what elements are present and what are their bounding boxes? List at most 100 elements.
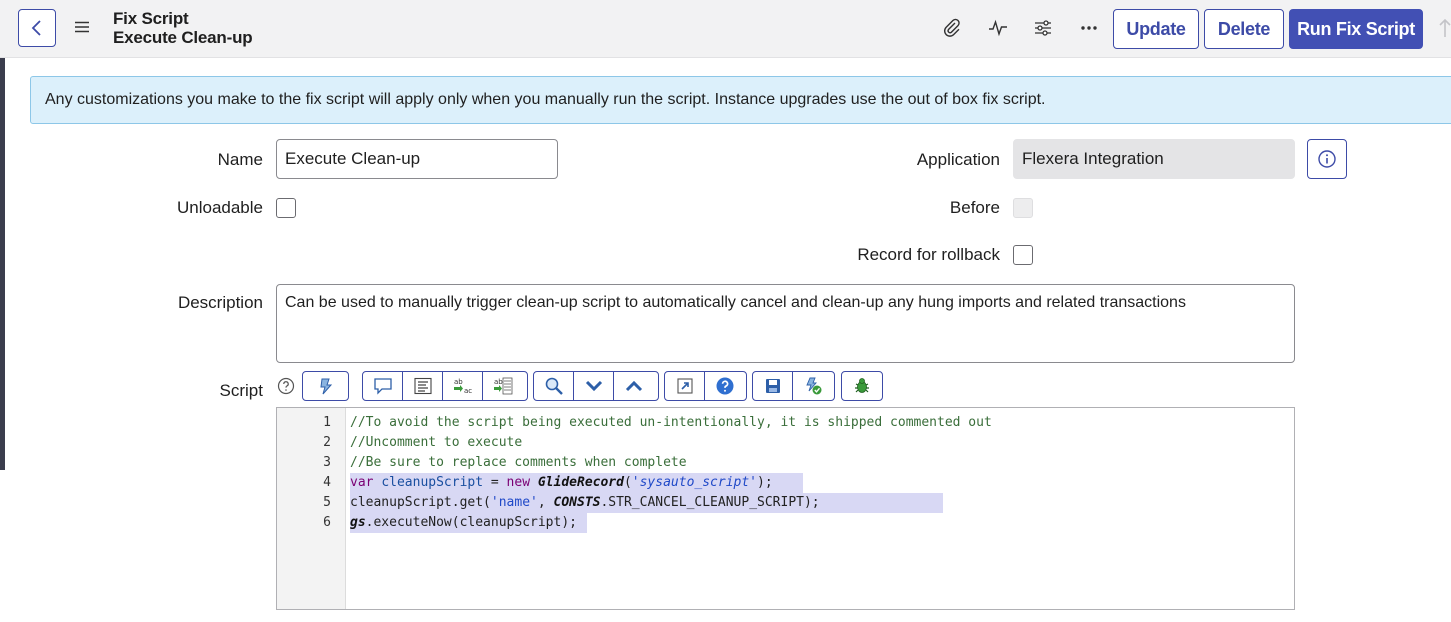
code-line-3: //Be sure to replace comments when compl…	[350, 455, 687, 470]
code-token: ,	[537, 495, 554, 510]
record-title: Execute Clean-up	[113, 28, 253, 47]
save-icon	[765, 379, 780, 393]
code-token: gs	[350, 515, 366, 530]
chevron-down-icon	[585, 380, 602, 392]
chevron-up-icon	[625, 380, 643, 392]
svg-text:ab: ab	[494, 378, 503, 386]
code-token: var	[350, 475, 374, 490]
hamburger-menu-icon[interactable]	[73, 18, 91, 36]
paperclip-icon[interactable]	[941, 17, 963, 39]
line-number: 2	[323, 435, 331, 450]
chevron-left-icon	[31, 20, 41, 36]
application-label: Application	[916, 150, 1000, 169]
syntax-check-button[interactable]	[793, 372, 833, 400]
code-token: cleanupScript.get(	[350, 495, 491, 510]
description-textarea[interactable]: Can be used to manually trigger clean-up…	[276, 284, 1295, 363]
info-icon	[1318, 150, 1336, 168]
debug-button[interactable]	[842, 372, 882, 400]
expand-icon	[676, 378, 693, 394]
update-button[interactable]: Update	[1113, 9, 1199, 49]
unloadable-checkbox[interactable]	[276, 198, 296, 218]
before-label: Before	[949, 198, 1000, 217]
replace-all-icon: ab	[494, 377, 513, 395]
banner-text: Any customizations you make to the fix s…	[45, 91, 1046, 108]
line-number-gutter: 1 2 3 4 5 6	[277, 408, 346, 609]
info-banner: Any customizations you make to the fix s…	[30, 76, 1451, 124]
more-options-icon[interactable]	[1078, 17, 1100, 39]
left-edge-strip	[0, 0, 5, 470]
code-token: .executeNow(cleanupScript);	[365, 515, 577, 530]
code-token: 'name'	[490, 495, 538, 510]
line-number: 4	[323, 475, 331, 490]
format-code-icon	[319, 378, 332, 395]
delete-button[interactable]: Delete	[1204, 9, 1284, 49]
unloadable-label: Unloadable	[176, 198, 263, 217]
code-line-5: cleanupScript.get('name', CONSTS.STR_CAN…	[350, 493, 820, 513]
code-token: );	[757, 475, 773, 490]
description-value: Can be used to manually trigger clean-up…	[285, 294, 1186, 311]
save-button[interactable]	[753, 372, 793, 400]
code-token: GlideRecord	[537, 475, 624, 490]
code-token: (	[623, 475, 632, 490]
search-icon	[545, 377, 563, 395]
code-line-2: //Uncomment to execute	[350, 435, 523, 450]
activity-icon[interactable]	[987, 17, 1009, 39]
replace-button[interactable]: ab ac	[443, 372, 483, 400]
code-line-4: var cleanupScript = new GlideRecord('sys…	[350, 473, 773, 493]
script-help-button[interactable]	[705, 372, 745, 400]
code-token: cleanupScript	[381, 475, 484, 490]
name-label: Name	[217, 150, 263, 169]
svg-text:ab: ab	[454, 378, 463, 386]
page-title: Fix Script	[113, 9, 189, 28]
name-value: Execute Clean-up	[285, 149, 421, 168]
toolbar-group-debug	[841, 371, 883, 401]
syntax-check-icon	[806, 377, 822, 395]
code-token: new	[506, 475, 531, 490]
record-for-rollback-checkbox[interactable]	[1013, 245, 1033, 265]
run-fix-script-button[interactable]: Run Fix Script	[1289, 9, 1423, 49]
search-button[interactable]	[534, 372, 574, 400]
find-next-button[interactable]	[574, 372, 614, 400]
line-number: 6	[323, 515, 331, 530]
application-info-button[interactable]	[1307, 139, 1347, 179]
toggle-comment-button[interactable]	[363, 372, 403, 400]
svg-text:ac: ac	[464, 387, 472, 395]
format-code-button[interactable]	[303, 372, 348, 400]
align-text-icon	[413, 377, 432, 395]
application-field: Flexera Integration	[1013, 139, 1295, 179]
find-previous-button[interactable]	[614, 372, 654, 400]
comment-icon	[373, 378, 392, 395]
format-text-button[interactable]	[403, 372, 443, 400]
code-token: =	[483, 475, 507, 490]
code-token: .STR_CANCEL_CLEANUP_SCRIPT);	[600, 495, 820, 510]
line-number: 1	[323, 415, 331, 430]
replace-icon: abac	[453, 378, 472, 395]
sliders-icon[interactable]	[1032, 17, 1054, 39]
code-line-6: gs.executeNow(cleanupScript);	[350, 513, 577, 533]
help-icon[interactable]	[277, 377, 295, 395]
toolbar-group-format	[302, 371, 349, 401]
bug-icon	[855, 378, 869, 393]
code-token: CONSTS	[553, 495, 601, 510]
toolbar-group-search	[533, 371, 659, 401]
toolbar-group-save	[752, 371, 835, 401]
line-number: 5	[323, 495, 331, 510]
description-label: Description	[177, 293, 263, 312]
line-number: 3	[323, 455, 331, 470]
before-checkbox	[1013, 198, 1033, 218]
toolbar-group-help	[664, 371, 747, 401]
form-header: Fix Script Execute Clean-up Update Delet…	[0, 0, 1451, 58]
replace-all-button[interactable]: ab	[483, 372, 523, 400]
scroll-up-icon[interactable]	[1437, 17, 1451, 39]
name-field[interactable]: Execute Clean-up	[276, 139, 558, 179]
code-token: 'sysauto_script'	[631, 475, 758, 490]
record-for-rollback-label: Record for rollback	[857, 245, 1000, 264]
code-line-1: //To avoid the script being executed un-…	[350, 415, 992, 430]
back-button[interactable]	[18, 9, 56, 47]
toolbar-group-edit: ab ac ab	[362, 371, 528, 401]
script-label: Script	[219, 381, 263, 400]
script-editor[interactable]: 1 2 3 4 5 6 //To avoid the script being …	[276, 407, 1295, 610]
fullscreen-button[interactable]	[665, 372, 705, 400]
application-value: Flexera Integration	[1022, 149, 1164, 168]
